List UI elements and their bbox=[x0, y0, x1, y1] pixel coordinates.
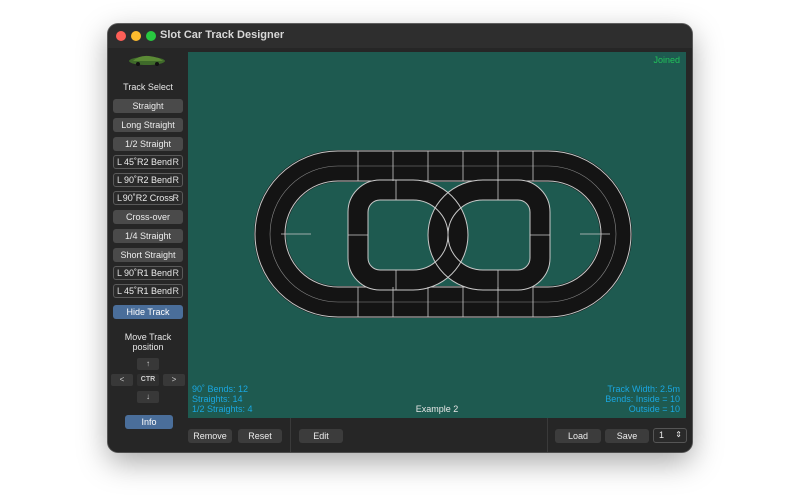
slot-value: 1 bbox=[659, 430, 665, 440]
cross-over-button[interactable]: Cross-over bbox=[113, 210, 183, 224]
reset-button[interactable]: Reset bbox=[238, 429, 282, 443]
right-option[interactable]: R bbox=[173, 156, 180, 168]
piece-label: Cross-over bbox=[125, 212, 170, 222]
piece-label: Straight bbox=[132, 101, 164, 111]
info-button[interactable]: Info bbox=[125, 415, 173, 429]
arrow-down-icon: ↓ bbox=[146, 392, 150, 401]
90-r2-cross-button[interactable]: L 90˚R2 Cross R bbox=[113, 191, 183, 205]
right-option[interactable]: R bbox=[173, 267, 180, 279]
window-title: Slot Car Track Designer bbox=[160, 29, 285, 41]
track-canvas[interactable]: Joined 90˚ Bends: 12 Straights: 14 1/2 S… bbox=[188, 52, 686, 418]
minimize-button[interactable] bbox=[131, 31, 141, 41]
90-r1-bend-button[interactable]: L 90˚R1 Bend R bbox=[113, 266, 183, 280]
move-down-button[interactable]: ↓ bbox=[137, 391, 159, 403]
track-width: Track Width: 2.5m bbox=[607, 384, 680, 394]
piece-label: Long Straight bbox=[121, 120, 175, 130]
move-up-button[interactable]: ↑ bbox=[137, 358, 159, 370]
track-dimensions: Track Width: 2.5m Bends: Inside = 10 Out… bbox=[605, 384, 680, 414]
straights-count: Straights: 14 bbox=[192, 394, 243, 404]
close-button[interactable] bbox=[116, 31, 126, 41]
inside-bends: Bends: Inside = 10 bbox=[605, 394, 680, 404]
half-straight-button[interactable]: 1/2 Straight bbox=[113, 137, 183, 151]
piece-label: 90˚R1 Bend bbox=[123, 268, 173, 278]
zoom-button[interactable] bbox=[146, 31, 156, 41]
center-button[interactable]: CTR bbox=[137, 374, 159, 386]
toolbar-divider bbox=[290, 418, 291, 452]
outside-bends: Outside = 10 bbox=[628, 404, 680, 414]
chevron-left-icon: < bbox=[119, 375, 125, 384]
90-r2-bend-button[interactable]: L 90˚R2 Bend R bbox=[113, 173, 183, 187]
slot-stepper[interactable]: 1 ⇕ bbox=[653, 428, 687, 443]
45-r2-bend-button[interactable]: L 45˚R2 Bend R bbox=[113, 155, 183, 169]
left-option[interactable]: L bbox=[117, 192, 122, 204]
track-shape bbox=[254, 150, 632, 318]
chevron-updown-icon: ⇕ bbox=[675, 430, 682, 439]
chevron-right-icon: > bbox=[171, 375, 177, 384]
left-option[interactable]: L bbox=[117, 156, 122, 168]
piece-label: 45˚R2 Bend bbox=[123, 157, 173, 167]
move-track-label: Move Track position bbox=[124, 332, 172, 352]
title-bar: Slot Car Track Designer bbox=[108, 24, 692, 48]
car-logo-icon bbox=[129, 55, 165, 66]
bends-count: 90˚ Bends: 12 bbox=[192, 384, 249, 394]
load-button[interactable]: Load bbox=[555, 429, 601, 443]
45-r1-bend-button[interactable]: L 45˚R1 Bend R bbox=[113, 284, 183, 298]
quarter-straight-button[interactable]: 1/4 Straight bbox=[113, 229, 183, 243]
straight-button[interactable]: Straight bbox=[113, 99, 183, 113]
right-option[interactable]: R bbox=[173, 285, 180, 297]
piece-label: 90˚R2 Bend bbox=[123, 175, 173, 185]
piece-label: 45˚R1 Bend bbox=[123, 286, 173, 296]
piece-label: 1/4 Straight bbox=[124, 231, 172, 241]
long-straight-button[interactable]: Long Straight bbox=[113, 118, 183, 132]
right-option[interactable]: R bbox=[173, 192, 180, 204]
left-option[interactable]: L bbox=[117, 285, 122, 297]
left-option[interactable]: L bbox=[117, 174, 122, 186]
right-option[interactable]: R bbox=[173, 174, 180, 186]
edit-button[interactable]: Edit bbox=[299, 429, 343, 443]
left-option[interactable]: L bbox=[117, 267, 122, 279]
bottom-toolbar: Remove Reset Edit Load Save 1 ⇕ bbox=[188, 418, 692, 452]
sidebar: Track Select Straight Long Straight 1/2 … bbox=[108, 48, 188, 452]
hide-track-button[interactable]: Hide Track bbox=[113, 305, 183, 319]
toolbar-divider bbox=[547, 418, 548, 452]
short-straight-button[interactable]: Short Straight bbox=[113, 248, 183, 262]
save-button[interactable]: Save bbox=[605, 429, 649, 443]
arrow-up-icon: ↑ bbox=[146, 359, 150, 368]
move-left-button[interactable]: < bbox=[111, 374, 133, 386]
remove-button[interactable]: Remove bbox=[188, 429, 232, 443]
app-window: Slot Car Track Designer Track Select Str… bbox=[108, 24, 692, 452]
move-right-button[interactable]: > bbox=[163, 374, 185, 386]
track-layout[interactable] bbox=[188, 52, 686, 418]
piece-label: Short Straight bbox=[120, 250, 176, 260]
piece-label: 1/2 Straight bbox=[124, 139, 172, 149]
track-select-label: Track Select bbox=[123, 82, 173, 92]
piece-label: 90˚R2 Cross bbox=[122, 193, 174, 203]
